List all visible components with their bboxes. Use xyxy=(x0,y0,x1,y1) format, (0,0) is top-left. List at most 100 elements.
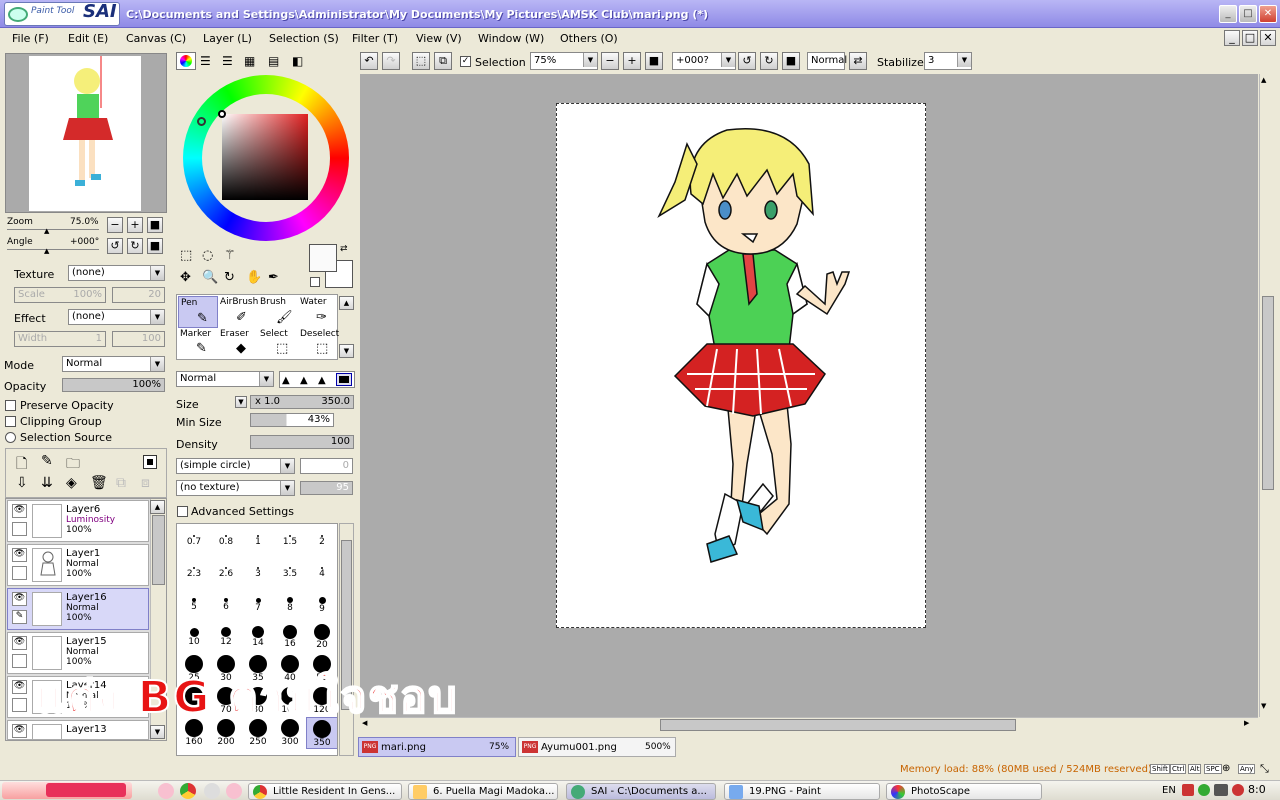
layer-scroll-thumb[interactable] xyxy=(152,515,165,585)
brush-shape-num[interactable]: 0 xyxy=(300,458,353,474)
brush-size-preset[interactable]: 7 xyxy=(242,589,274,621)
density-slider[interactable]: 100 xyxy=(250,435,354,449)
hardness-soft-icon[interactable]: ▲ xyxy=(282,375,290,386)
taskbar-item-paint[interactable]: 19.PNG - Paint xyxy=(724,783,880,800)
angle-slider-thumb[interactable]: ▲ xyxy=(44,247,49,255)
zoom-tool-icon[interactable]: 🔍 xyxy=(202,270,218,285)
brush-size-preset[interactable]: 12 xyxy=(210,621,242,653)
new-layer-icon[interactable]: 🗋 xyxy=(16,453,27,477)
brush-shape-select[interactable]: (simple circle) ▼ xyxy=(176,458,295,474)
tool-airbrush[interactable]: AirBrush ✐ xyxy=(218,296,258,328)
mixer-tab-icon[interactable]: ◧ xyxy=(292,54,303,68)
eye-icon[interactable]: 👁 xyxy=(12,636,27,650)
toolbar-zoom-out-button[interactable]: − xyxy=(601,52,619,70)
close-button[interactable]: ✕ xyxy=(1259,5,1277,23)
brush-size-preset[interactable]: 2 xyxy=(306,525,337,557)
rotate-tool-icon[interactable]: ↻ xyxy=(224,270,235,285)
layer-lock-box[interactable] xyxy=(12,522,27,536)
layer-lock-box[interactable] xyxy=(12,566,27,580)
quick-launch-icon[interactable] xyxy=(158,783,174,799)
brush-blend-select[interactable]: Normal ▼ xyxy=(176,371,274,387)
doc-minimize-button[interactable]: _ xyxy=(1224,30,1240,46)
new-linework-layer-icon[interactable]: ✎ xyxy=(41,453,53,469)
eye-icon[interactable]: 👁 xyxy=(12,724,27,738)
sv-marker[interactable] xyxy=(218,110,226,118)
hue-marker[interactable] xyxy=(197,117,206,126)
tray-icon[interactable] xyxy=(1182,784,1194,796)
layer-row-selected[interactable]: 👁 ✎ Layer16 Normal 100% xyxy=(7,588,149,630)
eye-icon[interactable]: 👁 xyxy=(12,592,27,606)
rotate-right-button[interactable]: ↻ xyxy=(127,238,143,254)
size-slider[interactable]: x 1.0 350.0 xyxy=(250,395,354,409)
minimize-button[interactable]: _ xyxy=(1219,5,1237,23)
taskbar-item-chrome[interactable]: Little Resident In Gens... xyxy=(248,783,402,800)
brush-size-preset[interactable]: 0.7 xyxy=(178,525,210,557)
foreground-color-swatch[interactable] xyxy=(309,244,337,272)
document-canvas[interactable] xyxy=(556,103,926,628)
chrome-icon[interactable] xyxy=(180,783,196,799)
move-icon[interactable]: ✥ xyxy=(180,270,191,285)
menu-filter[interactable]: Filter (T) xyxy=(352,32,398,45)
mask-icon[interactable] xyxy=(143,455,157,469)
angle-slider[interactable] xyxy=(7,249,99,250)
advanced-settings-checkbox[interactable] xyxy=(177,506,188,517)
lasso-icon[interactable]: ◌ xyxy=(202,248,213,263)
menu-window[interactable]: Window (W) xyxy=(478,32,544,45)
hardness-medium-icon[interactable]: ▲ xyxy=(300,375,308,386)
scroll-up-arrow[interactable]: ▲ xyxy=(1261,76,1266,84)
brush-size-preset[interactable]: 8 xyxy=(274,589,306,621)
brush-size-preset[interactable]: 1 xyxy=(242,525,274,557)
brush-texture-num[interactable]: 95 xyxy=(300,481,353,495)
tool-select[interactable]: Select ⬚ xyxy=(258,328,298,360)
color-wheel-tab-icon[interactable] xyxy=(176,52,196,70)
zoom-reset-button[interactable]: ■ xyxy=(147,217,163,233)
size-mult-dropdown[interactable]: ▼ xyxy=(235,396,247,408)
scroll-left-arrow[interactable]: ◀ xyxy=(362,719,367,727)
toolbar-zoom-reset-button[interactable]: ■ xyxy=(645,52,663,70)
swap-colors-icon[interactable]: ⇄ xyxy=(340,244,348,254)
angle-select[interactable]: +000? ▼ xyxy=(672,52,736,70)
hand-icon[interactable]: ✋ xyxy=(246,270,262,285)
menu-edit[interactable]: Edit (E) xyxy=(68,32,108,45)
navigator-preview[interactable] xyxy=(5,53,167,213)
delete-layer-icon[interactable]: 🗑 xyxy=(90,475,108,491)
brush-size-preset[interactable]: 5 xyxy=(178,589,210,621)
zoom-slider[interactable] xyxy=(7,229,99,230)
resize-grip-icon[interactable]: ⤡ xyxy=(1260,762,1269,776)
rect-select-icon[interactable]: ⬚ xyxy=(180,248,192,263)
texture-select[interactable]: (none) ▼ xyxy=(68,265,165,281)
new-folder-icon[interactable]: 🗀 xyxy=(66,453,80,477)
brush-size-preset[interactable]: 10 xyxy=(178,621,210,653)
hardness-firm-icon[interactable]: ▲ xyxy=(318,375,326,386)
brush-size-preset[interactable]: 16 xyxy=(274,621,306,653)
transparent-color-icon[interactable] xyxy=(310,277,320,287)
menu-others[interactable]: Others (O) xyxy=(560,32,618,45)
menu-canvas[interactable]: Canvas (C) xyxy=(126,32,186,45)
brush-texture-select[interactable]: (no texture) ▼ xyxy=(176,480,295,496)
doc-tab-active[interactable]: PNG mari.png 75% xyxy=(358,737,516,757)
brush-size-preset[interactable]: 3.5 xyxy=(274,557,306,589)
brush-size-preset[interactable]: 9 xyxy=(306,589,337,621)
selection-checkbox[interactable]: ✓ xyxy=(460,56,471,67)
menu-view[interactable]: View (V) xyxy=(416,32,462,45)
eye-icon[interactable]: 👁 xyxy=(12,548,27,562)
layer-row[interactable]: 👁 Layer1 Normal 100% xyxy=(7,544,149,586)
brush-size-preset[interactable]: 2.6 xyxy=(210,557,242,589)
eye-icon[interactable]: 👁 xyxy=(12,680,27,694)
zoom-out-button[interactable]: − xyxy=(107,217,123,233)
effect-select[interactable]: (none) ▼ xyxy=(68,309,165,325)
redo-icon[interactable]: ↷ xyxy=(382,52,400,70)
undo-icon[interactable]: ↶ xyxy=(360,52,378,70)
layer-opacity-slider[interactable]: 100% xyxy=(62,378,165,392)
eye-icon[interactable]: 👁 xyxy=(12,504,27,518)
brush-size-preset[interactable]: 4 xyxy=(306,557,337,589)
menu-layer[interactable]: Layer (L) xyxy=(203,32,252,45)
brush-size-preset[interactable]: 6 xyxy=(210,589,242,621)
toolbar-rotate-right-button[interactable]: ↻ xyxy=(760,52,778,70)
rotate-left-button[interactable]: ↺ xyxy=(107,238,123,254)
tray-icon-2[interactable] xyxy=(1198,784,1210,796)
scroll-down-arrow[interactable]: ▼ xyxy=(1261,702,1266,710)
layer-lock-box[interactable] xyxy=(12,654,27,668)
taskbar-item-folder[interactable]: 6. Puella Magi Madoka... xyxy=(408,783,558,800)
layer-row[interactable]: 👁 Layer6 Luminosity 100% xyxy=(7,500,149,542)
